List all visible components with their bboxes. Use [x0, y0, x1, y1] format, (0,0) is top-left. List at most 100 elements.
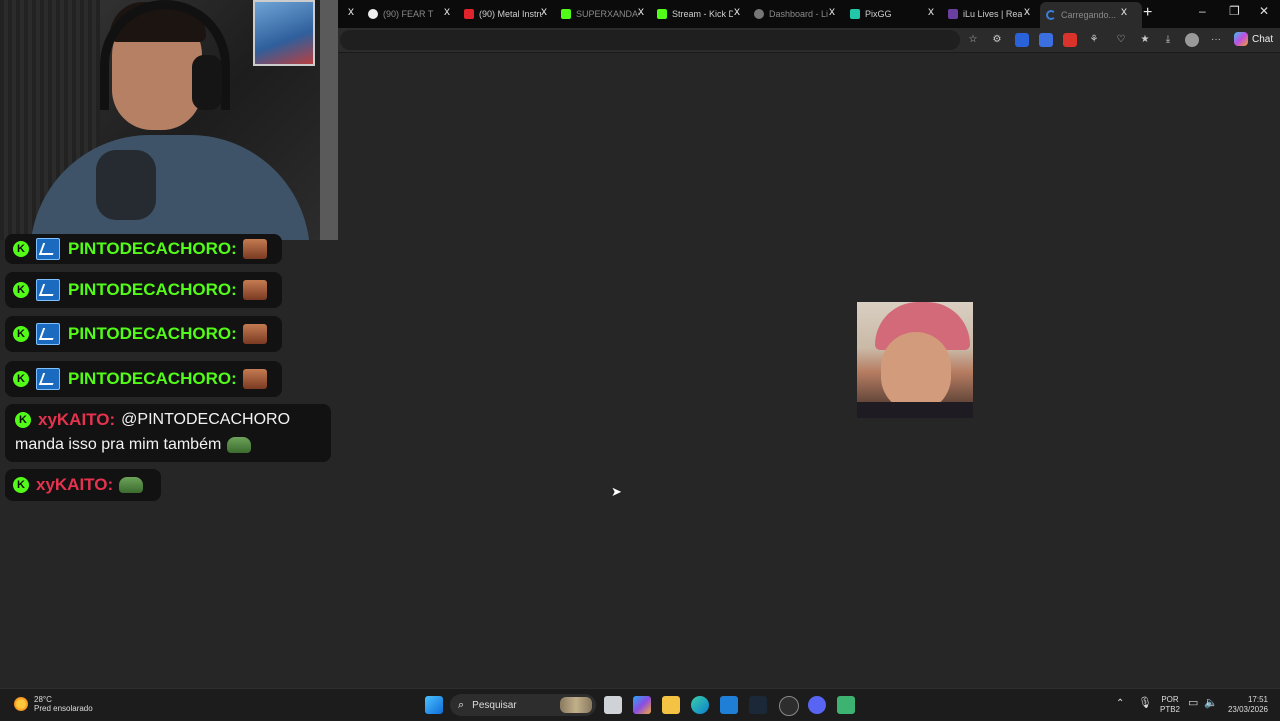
- headphone-earcup: [192, 55, 222, 110]
- tab-ilu-lives[interactable]: iLu Lives | React: [948, 4, 1022, 24]
- restore-icon[interactable]: ❐: [1229, 4, 1240, 18]
- discord-icon[interactable]: [808, 696, 826, 714]
- address-bar[interactable]: [340, 30, 960, 50]
- favorites-icon[interactable]: ★: [1138, 33, 1152, 47]
- network-icon[interactable]: ▭: [1188, 698, 1198, 709]
- chat-username: xyKAITO:: [38, 410, 116, 429]
- tab-pixgg[interactable]: PixGG: [850, 4, 920, 24]
- meme-image: [857, 302, 973, 418]
- door: [320, 0, 338, 240]
- tab-superxandao[interactable]: SUPERXANDAO: [561, 4, 639, 24]
- tab-title: PixGG: [865, 9, 892, 19]
- record-icon: [368, 9, 378, 19]
- taskbar-search[interactable]: ⌕ Pesquisar: [450, 694, 596, 716]
- chat-username: PINTODECACHORO:: [68, 239, 237, 258]
- windows-start-icon[interactable]: [425, 696, 443, 714]
- sun-icon: [14, 697, 28, 711]
- close-icon[interactable]: x: [734, 4, 740, 18]
- chat-message: K xyKAITO:: [5, 469, 161, 501]
- keyboard-layout: PTB2: [1160, 705, 1181, 714]
- edge-icon[interactable]: [691, 696, 709, 714]
- copilot-taskbar-icon[interactable]: [633, 696, 651, 714]
- clock-date: 23/03/2026: [1227, 705, 1268, 714]
- chat-username: xyKAITO:: [36, 475, 114, 494]
- clock[interactable]: 17:51 23/03/2026: [1226, 695, 1268, 715]
- chat-message: K xyKAITO: @PINTODECACHORO manda isso pr…: [5, 404, 331, 462]
- chat-username: PINTODECACHORO:: [68, 280, 237, 299]
- puzzle-icon[interactable]: ⚘: [1087, 33, 1101, 47]
- shirt: [857, 402, 973, 418]
- tab-metal[interactable]: (90) Metal Instru: [464, 4, 542, 24]
- close-icon[interactable]: x: [444, 4, 450, 18]
- face: [881, 332, 951, 412]
- chat-message: K PINTODECACHORO:: [5, 316, 282, 352]
- download-icon[interactable]: ⤓: [1161, 33, 1175, 47]
- close-icon[interactable]: x: [928, 4, 934, 18]
- weather-desc: Pred ensolarado: [34, 704, 93, 713]
- kick-icon: [657, 9, 667, 19]
- youtube-icon: [464, 9, 474, 19]
- webcam-feed: [0, 0, 338, 240]
- settings-icon[interactable]: [779, 696, 799, 716]
- shield-extension-icon[interactable]: [1015, 33, 1029, 47]
- task-view-icon[interactable]: [604, 696, 622, 714]
- face-emote-icon: [242, 280, 267, 300]
- chat-label: Chat: [1252, 33, 1274, 45]
- tab-title: SUPERXANDAO: [576, 9, 639, 19]
- close-icon[interactable]: x: [1024, 4, 1030, 18]
- tab-title: Stream - Kick Da: [672, 9, 733, 19]
- microphone-icon[interactable]: 🎙: [1138, 698, 1152, 709]
- language-code: POR: [1161, 695, 1179, 704]
- translate-icon[interactable]: [1039, 33, 1053, 47]
- more-menu-icon[interactable]: ···: [1209, 33, 1223, 47]
- tab-title: (90) Metal Instru: [479, 9, 542, 19]
- store-icon[interactable]: [720, 696, 738, 714]
- tab-dashboard[interactable]: Dashboard - Liv: [754, 4, 828, 24]
- chat-text: manda isso pra mim também: [15, 436, 222, 453]
- search-placeholder: Pesquisar: [472, 699, 517, 711]
- whatsapp-icon[interactable]: [837, 696, 855, 714]
- close-icon[interactable]: x: [541, 4, 547, 18]
- kick-badge-icon: K: [13, 282, 29, 298]
- star-icon[interactable]: ☆: [966, 33, 980, 47]
- close-icon[interactable]: x: [829, 4, 835, 18]
- tab-title: iLu Lives | React: [963, 9, 1022, 19]
- kick-badge-icon: K: [13, 326, 29, 342]
- kick-badge-icon: K: [13, 371, 29, 387]
- copilot-chat-button[interactable]: Chat: [1234, 32, 1273, 46]
- close-icon[interactable]: x: [348, 4, 354, 18]
- chat-message: K PINTODECACHORO:: [5, 234, 282, 264]
- new-tab-button[interactable]: +: [1143, 4, 1152, 22]
- bot-badge-icon: [36, 279, 60, 301]
- language-indicator[interactable]: POR PTB2: [1160, 695, 1180, 715]
- chat-message: K PINTODECACHORO:: [5, 361, 282, 397]
- tab-title: (90) FEAR T: [383, 9, 434, 19]
- steam-icon[interactable]: [749, 696, 767, 714]
- close-icon[interactable]: x: [1121, 4, 1127, 18]
- globe-icon: [754, 9, 764, 19]
- chat-username: PINTODECACHORO:: [68, 324, 237, 343]
- chevron-up-icon[interactable]: ⌃: [1116, 699, 1124, 709]
- volume-icon[interactable]: 🔈: [1204, 698, 1218, 709]
- weather-temp: 28°C: [34, 695, 52, 704]
- face-emote-icon: [242, 239, 267, 259]
- mouse-cursor-icon: ➤: [611, 484, 622, 499]
- tab-title: Dashboard - Liv: [769, 9, 828, 19]
- file-explorer-icon[interactable]: [662, 696, 680, 714]
- adblock-icon[interactable]: [1063, 33, 1077, 47]
- weather-widget[interactable]: 28°C Pred ensolarado: [14, 695, 93, 713]
- performance-icon[interactable]: ♡: [1114, 33, 1128, 47]
- chat-mention: @PINTODECACHORO: [121, 411, 291, 428]
- minimize-icon[interactable]: –: [1199, 4, 1206, 18]
- chat-username: PINTODECACHORO:: [68, 369, 237, 388]
- close-icon[interactable]: x: [638, 4, 644, 18]
- window-close-icon[interactable]: ✕: [1259, 4, 1269, 18]
- bot-badge-icon: [36, 368, 60, 390]
- extension-icon[interactable]: ⚙: [990, 33, 1004, 47]
- bot-badge-icon: [36, 238, 60, 260]
- profile-avatar[interactable]: [1185, 33, 1199, 47]
- search-icon: ⌕: [458, 698, 465, 711]
- taskbar: 28°C Pred ensolarado ⌕ Pesquisar ⌃ 🎙 POR…: [0, 688, 1280, 721]
- tab-stream-kick[interactable]: Stream - Kick Da: [657, 4, 733, 24]
- face-emote-icon: [242, 324, 267, 344]
